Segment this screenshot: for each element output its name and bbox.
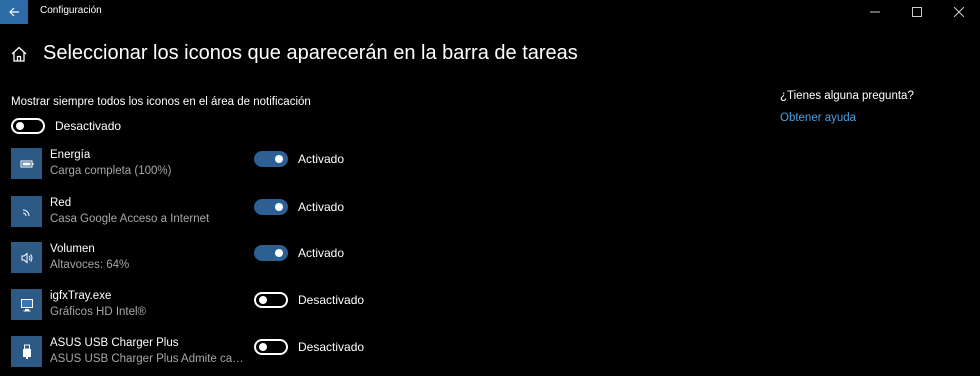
energia-toggle[interactable] xyxy=(254,151,288,167)
list-item-igfxtray: igfxTray.exe Gráficos HD Intel® Desactiv… xyxy=(11,289,531,323)
toggle-knob xyxy=(16,122,24,130)
title-bar: Configuración xyxy=(0,0,980,24)
item-description: Altavoces: 64% xyxy=(50,259,130,271)
always-show-label: Mostrar siempre todos los iconos en el á… xyxy=(11,96,311,108)
list-item-energia: Energía Carga completa (100%) Activado xyxy=(11,148,531,182)
toggle-state-label: Activado xyxy=(298,246,345,260)
toggle-knob xyxy=(275,203,283,211)
minimize-icon xyxy=(870,11,880,13)
list-item-volumen: Volumen Altavoces: 64% Activado xyxy=(11,242,531,276)
close-button[interactable] xyxy=(938,0,980,24)
back-button[interactable] xyxy=(0,0,28,24)
item-toggle-row: Activado xyxy=(254,151,344,167)
toggle-knob xyxy=(275,155,283,163)
maximize-button[interactable] xyxy=(896,0,938,24)
toggle-knob xyxy=(259,343,267,351)
item-toggle-row: Desactivado xyxy=(254,292,364,308)
app-title: Configuración xyxy=(40,5,102,16)
item-name: Energía xyxy=(50,149,91,161)
item-description: Casa Google Acceso a Internet xyxy=(50,213,210,225)
item-name: igfxTray.exe xyxy=(50,290,112,302)
maximize-icon xyxy=(912,7,922,17)
always-show-state-label: Desactivado xyxy=(55,119,122,133)
list-item-asus-usb-charger: ASUS USB Charger Plus ASUS USB Charger P… xyxy=(11,336,531,370)
item-toggle-row: Activado xyxy=(254,199,344,215)
item-description: Gráficos HD Intel® xyxy=(50,306,147,318)
help-question: ¿Tienes alguna pregunta? xyxy=(780,90,914,102)
always-show-toggle[interactable] xyxy=(11,118,45,134)
item-toggle-row: Desactivado xyxy=(254,339,364,355)
always-show-setting: Desactivado xyxy=(11,118,121,134)
window-controls xyxy=(854,0,980,24)
speaker-icon xyxy=(11,242,42,273)
volumen-toggle[interactable] xyxy=(254,245,288,261)
toggle-knob xyxy=(275,249,283,257)
list-item-red: Red Casa Google Acceso a Internet Activa… xyxy=(11,196,531,230)
toggle-state-label: Desactivado xyxy=(298,340,365,354)
asus-usb-charger-toggle[interactable] xyxy=(254,339,288,355)
intel-graphics-icon xyxy=(11,289,42,320)
get-help-link[interactable]: Obtener ayuda xyxy=(780,112,856,124)
item-toggle-row: Activado xyxy=(254,245,344,261)
item-name: Volumen xyxy=(50,243,95,255)
item-description: Carga completa (100%) xyxy=(50,165,172,177)
usb-charger-icon xyxy=(11,336,42,367)
item-name: Red xyxy=(50,197,72,209)
battery-icon xyxy=(11,148,42,179)
page-title: Seleccionar los iconos que aparecerán en… xyxy=(43,42,578,64)
igfxtray-toggle[interactable] xyxy=(254,292,288,308)
minimize-button[interactable] xyxy=(854,0,896,24)
toggle-state-label: Desactivado xyxy=(298,293,365,307)
item-description: ASUS USB Charger Plus Admite carga xyxy=(50,353,247,365)
wifi-icon xyxy=(11,196,42,227)
red-toggle[interactable] xyxy=(254,199,288,215)
item-name: ASUS USB Charger Plus xyxy=(50,337,179,349)
back-arrow-icon xyxy=(9,7,19,17)
toggle-state-label: Activado xyxy=(298,152,345,166)
close-icon xyxy=(954,7,964,17)
toggle-knob xyxy=(259,296,267,304)
toggle-state-label: Activado xyxy=(298,200,345,214)
home-icon[interactable] xyxy=(10,45,28,63)
